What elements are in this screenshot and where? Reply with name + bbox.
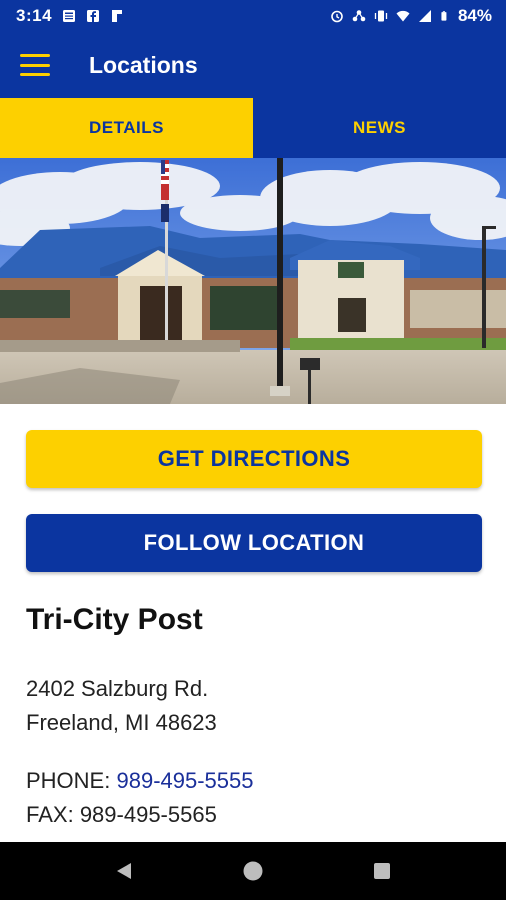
get-directions-button[interactable]: GET DIRECTIONS <box>26 430 482 488</box>
system-nav-bar <box>0 842 506 900</box>
battery-percent: 84% <box>457 6 492 25</box>
phone-link[interactable]: 989-495-5555 <box>116 768 253 793</box>
location-name: Tri-City Post <box>26 603 203 636</box>
phone-row: PHONE: 989-495-5555 <box>26 764 254 798</box>
alarm-icon <box>331 10 343 23</box>
app-bar: Locations <box>0 32 506 98</box>
news-icon <box>63 10 76 22</box>
flipboard-icon <box>112 10 123 22</box>
fax-label: FAX: <box>26 802 74 827</box>
tab-details[interactable]: DETAILS <box>0 98 253 158</box>
phone-label: PHONE: <box>26 768 111 793</box>
network-icon <box>352 10 366 22</box>
wifi-icon <box>396 10 410 22</box>
follow-location-button[interactable]: FOLLOW LOCATION <box>26 514 482 572</box>
facebook-icon <box>87 10 100 22</box>
hamburger-menu-icon[interactable] <box>20 54 50 76</box>
status-bar: 3:14 84% <box>0 0 506 32</box>
tab-news[interactable]: NEWS <box>253 98 506 158</box>
fax-number: 989-495-5565 <box>79 802 217 827</box>
recents-icon[interactable] <box>362 851 402 891</box>
fax-row: FAX: 989-495-5565 <box>26 798 254 832</box>
page-title: Locations <box>89 51 198 78</box>
address-line-2: Freeland, MI 48623 <box>26 710 217 735</box>
address-line-1: 2402 Salzburg Rd. <box>26 676 209 701</box>
address-block: 2402 Salzburg Rd. Freeland, MI 48623 <box>26 672 217 740</box>
signal-icon <box>418 10 431 22</box>
contact-block: PHONE: 989-495-5555 FAX: 989-495-5565 <box>26 764 254 832</box>
battery-icon <box>441 11 447 21</box>
back-icon[interactable] <box>104 851 144 891</box>
location-photo <box>0 158 506 404</box>
vibrate-icon <box>374 10 388 22</box>
status-time: 3:14 <box>16 6 53 25</box>
home-icon[interactable] <box>233 851 273 891</box>
tab-bar: DETAILS NEWS <box>0 98 506 158</box>
